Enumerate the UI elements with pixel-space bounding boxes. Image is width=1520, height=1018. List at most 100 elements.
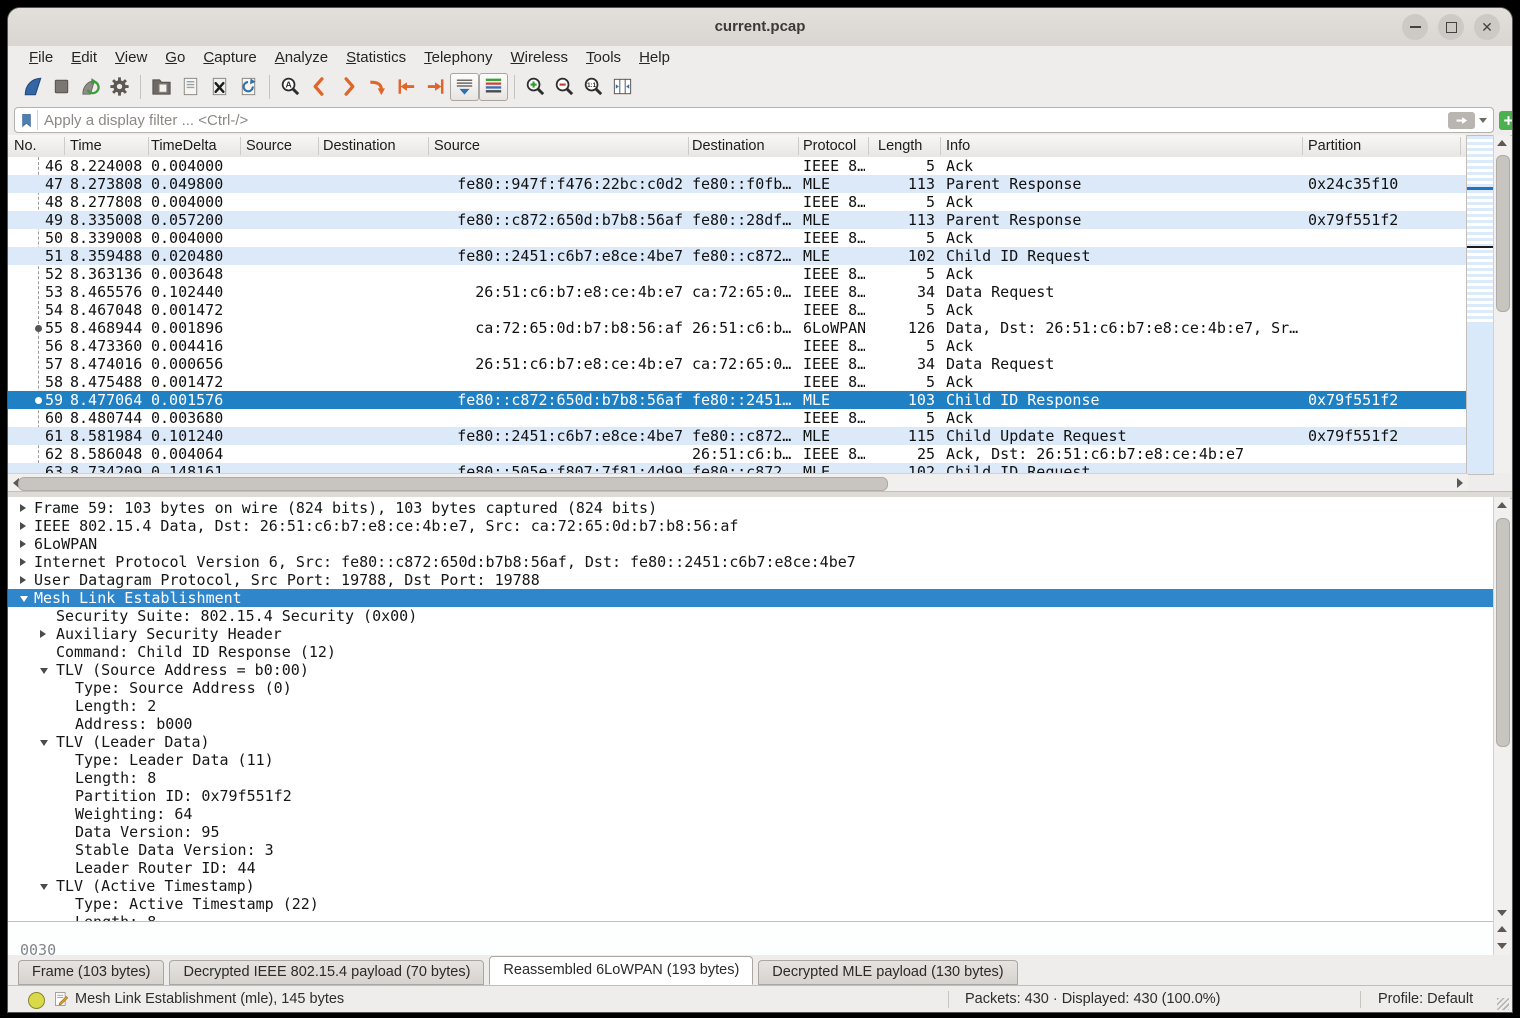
- close-file-icon[interactable]: [205, 73, 234, 101]
- packet-row-54[interactable]: 548.4670480.001472IEEE 8…5Ack: [8, 301, 1468, 319]
- detail-line[interactable]: Length: 8: [8, 913, 1496, 921]
- go-to-packet-icon[interactable]: [363, 73, 392, 101]
- bookmark-icon[interactable]: [15, 110, 38, 130]
- status-profile[interactable]: Profile: Default: [1378, 986, 1473, 1012]
- packet-row-47[interactable]: 478.2738080.049800fe80::947f:f476:22bc:c…: [8, 175, 1468, 193]
- start-capture-icon[interactable]: [18, 73, 47, 101]
- display-filter-box[interactable]: [14, 107, 1494, 133]
- collapse-arrow-icon[interactable]: [40, 668, 48, 674]
- expand-arrow-icon[interactable]: [20, 558, 26, 566]
- zoom-out-icon[interactable]: [550, 73, 579, 101]
- colorize-icon[interactable]: [479, 73, 508, 101]
- packet-row-52[interactable]: 528.3631360.003648IEEE 8…5Ack: [8, 265, 1468, 283]
- detail-line[interactable]: Length: 2: [8, 697, 1496, 715]
- expand-arrow-icon[interactable]: [20, 504, 26, 512]
- column-header-timedelta-2[interactable]: TimeDelta: [151, 135, 217, 157]
- packet-row-53[interactable]: 538.4655760.10244026:51:c6:b7:e8:ce:4b:e…: [8, 283, 1468, 301]
- packet-row-59[interactable]: 598.4770640.001576fe80::c872:650d:b7b8:5…: [8, 391, 1468, 409]
- details-vscrollbar[interactable]: [1493, 497, 1510, 921]
- bytes-tab-1[interactable]: Decrypted IEEE 802.15.4 payload (70 byte…: [169, 960, 484, 985]
- titlebar[interactable]: current.pcap ✕: [8, 8, 1512, 47]
- scroll-up-button[interactable]: [1494, 135, 1510, 151]
- detail-line[interactable]: Stable Data Version: 3: [8, 841, 1496, 859]
- add-filter-button[interactable]: [1499, 111, 1512, 130]
- packet-row-57[interactable]: 578.4740160.00065626:51:c6:b7:e8:ce:4b:e…: [8, 355, 1468, 373]
- packet-row-62[interactable]: 628.5860480.00406426:51:c6:b…IEEE 8…25Ac…: [8, 445, 1468, 463]
- detail-line[interactable]: Weighting: 64: [8, 805, 1496, 823]
- detail-line[interactable]: Type: Leader Data (11): [8, 751, 1496, 769]
- bytes-tab-0[interactable]: Frame (103 bytes): [18, 960, 164, 985]
- detail-line[interactable]: Command: Child ID Response (12): [8, 643, 1496, 661]
- display-filter-input[interactable]: [38, 112, 1448, 129]
- first-packet-icon[interactable]: [392, 73, 421, 101]
- column-header-info-9[interactable]: Info: [946, 135, 970, 157]
- scroll-down-button[interactable]: [1494, 905, 1510, 921]
- expand-arrow-icon[interactable]: [20, 540, 26, 548]
- packet-row-60[interactable]: 608.4807440.003680IEEE 8…5Ack: [8, 409, 1468, 427]
- column-header-length-8[interactable]: Length: [878, 135, 922, 157]
- packet-row-49[interactable]: 498.3350080.057200fe80::c872:650d:b7b8:5…: [8, 211, 1468, 229]
- packet-row-55[interactable]: 558.4689440.001896ca:72:65:0d:b7:b8:56:a…: [8, 319, 1468, 337]
- detail-line[interactable]: Address: b000: [8, 715, 1496, 733]
- detail-line[interactable]: Length: 8: [8, 769, 1496, 787]
- expert-info-icon[interactable]: [28, 992, 45, 1009]
- scroll-thumb[interactable]: [1496, 155, 1510, 312]
- auto-scroll-icon[interactable]: [450, 73, 479, 101]
- detail-line[interactable]: Mesh Link Establishment: [8, 589, 1496, 607]
- intelligent-scrollbar-minimap[interactable]: [1466, 135, 1494, 475]
- collapse-arrow-icon[interactable]: [40, 884, 48, 890]
- hscroll-thumb[interactable]: [18, 477, 888, 491]
- close-button[interactable]: ✕: [1474, 14, 1500, 40]
- menu-edit[interactable]: Edit: [62, 49, 106, 66]
- column-header-partition-10[interactable]: Partition: [1308, 135, 1361, 157]
- packet-row-48[interactable]: 488.2778080.004000IEEE 8…5Ack: [8, 193, 1468, 211]
- packet-list-vscrollbar[interactable]: [1493, 135, 1510, 473]
- find-packet-icon[interactable]: A: [276, 73, 305, 101]
- open-file-icon[interactable]: [147, 73, 176, 101]
- detail-line[interactable]: Internet Protocol Version 6, Src: fe80::…: [8, 553, 1496, 571]
- packet-row-63[interactable]: 638.7342090.148161fe80::505e:f807:7f81:4…: [8, 463, 1468, 473]
- expand-arrow-icon[interactable]: [20, 576, 26, 584]
- packet-row-56[interactable]: 568.4733600.004416IEEE 8…5Ack: [8, 337, 1468, 355]
- bytes-tab-3[interactable]: Decrypted MLE payload (130 bytes): [758, 960, 1017, 985]
- column-header-no-0[interactable]: No.: [14, 135, 37, 157]
- scroll-thumb[interactable]: [1496, 518, 1510, 747]
- scroll-up-button[interactable]: [1494, 921, 1510, 937]
- menu-help[interactable]: Help: [630, 49, 679, 66]
- bytes-vscrollbar[interactable]: [1493, 921, 1510, 955]
- column-header-time-1[interactable]: Time: [70, 135, 102, 157]
- menu-wireless[interactable]: Wireless: [502, 49, 578, 66]
- scroll-down-button[interactable]: [1494, 938, 1510, 954]
- detail-line[interactable]: Data Version: 95: [8, 823, 1496, 841]
- detail-line[interactable]: Type: Active Timestamp (22): [8, 895, 1496, 913]
- menu-view[interactable]: View: [106, 49, 156, 66]
- menu-capture[interactable]: Capture: [194, 49, 265, 66]
- zoom-original-icon[interactable]: 1:1: [579, 73, 608, 101]
- detail-line[interactable]: IEEE 802.15.4 Data, Dst: 26:51:c6:b7:e8:…: [8, 517, 1496, 535]
- expand-arrow-icon[interactable]: [20, 522, 26, 530]
- scroll-right-button[interactable]: [1452, 475, 1468, 491]
- packet-row-51[interactable]: 518.3594880.020480fe80::2451:c6b7:e8ce:4…: [8, 247, 1468, 265]
- next-packet-icon[interactable]: [334, 73, 363, 101]
- previous-packet-icon[interactable]: [305, 73, 334, 101]
- detail-line[interactable]: Type: Source Address (0): [8, 679, 1496, 697]
- reload-file-icon[interactable]: [234, 73, 263, 101]
- maximize-button[interactable]: [1438, 14, 1464, 40]
- collapse-arrow-icon[interactable]: [40, 740, 48, 746]
- column-header-source-3[interactable]: Source: [246, 135, 292, 157]
- bytes-tab-2[interactable]: Reassembled 6LoWPAN (193 bytes): [489, 956, 753, 985]
- detail-line[interactable]: Auxiliary Security Header: [8, 625, 1496, 643]
- detail-line[interactable]: User Datagram Protocol, Src Port: 19788,…: [8, 571, 1496, 589]
- detail-line[interactable]: TLV (Source Address = b0:00): [8, 661, 1496, 679]
- detail-line[interactable]: Security Suite: 802.15.4 Security (0x00): [8, 607, 1496, 625]
- stop-capture-icon[interactable]: [47, 73, 76, 101]
- detail-line[interactable]: TLV (Active Timestamp): [8, 877, 1496, 895]
- column-header-destination-6[interactable]: Destination: [692, 135, 765, 157]
- menu-file[interactable]: File: [20, 49, 62, 66]
- filter-history-dropdown-icon[interactable]: [1479, 118, 1487, 123]
- expand-arrow-icon[interactable]: [40, 630, 46, 638]
- scroll-up-button[interactable]: [1494, 497, 1510, 513]
- packet-list-hscrollbar[interactable]: [8, 473, 1468, 492]
- menu-telephony[interactable]: Telephony: [415, 49, 501, 66]
- column-header-source-5[interactable]: Source: [434, 135, 480, 157]
